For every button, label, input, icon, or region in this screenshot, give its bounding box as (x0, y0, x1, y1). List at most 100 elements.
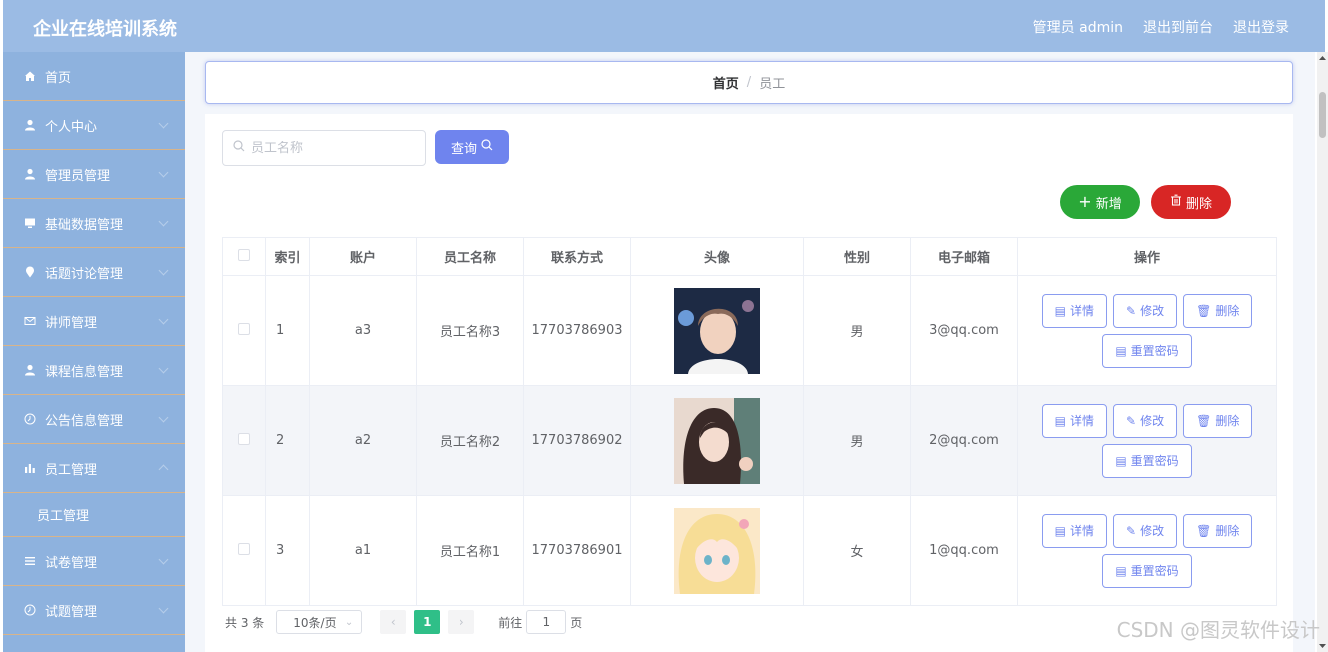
search-input[interactable] (251, 140, 421, 156)
plus-icon: + (1078, 192, 1092, 211)
sidebar-item-exam-paper[interactable]: 试卷管理 (3, 537, 185, 586)
column-header: 操作 (1017, 237, 1277, 276)
table-row: 1 a3 员工名称3 17703786903 男 3@qq.com ▤ 详情 ✎… (222, 275, 1277, 386)
sidebar-item-topic-discussion[interactable]: 话题讨论管理 (3, 248, 185, 297)
breadcrumb-home[interactable]: 首页 (713, 73, 739, 92)
detail-button[interactable]: ▤ 详情 (1041, 293, 1108, 328)
select-all-checkbox[interactable] (238, 248, 250, 261)
add-button[interactable]: + 新增 (1060, 185, 1140, 219)
total-count: 共 3 条 (225, 615, 265, 630)
query-button[interactable]: 查询 (435, 130, 509, 164)
delete-button[interactable]: 🗑 删除 (1183, 293, 1253, 328)
detail-label: 详情 (1070, 414, 1095, 428)
row-select-cell[interactable] (222, 385, 266, 496)
cell-email: 3@qq.com (910, 275, 1018, 386)
cell-avatar (630, 385, 804, 496)
bar-chart-icon (23, 461, 37, 475)
row-checkbox[interactable] (238, 432, 250, 445)
sidebar-item-label: 试题管理 (45, 604, 98, 620)
breadcrumb: 首页 / 员工 (205, 61, 1293, 104)
cell-phone: 17703786902 (523, 385, 631, 496)
sidebar-item-label: 员工管理 (45, 462, 98, 478)
cell-name: 员工名称3 (416, 275, 524, 386)
mail-icon (23, 314, 37, 328)
sidebar-item-label: 话题讨论管理 (45, 266, 124, 282)
scroll-thumb[interactable] (1319, 92, 1326, 138)
detail-label: 详情 (1070, 524, 1095, 538)
clock-icon (23, 412, 37, 426)
sidebar-item-employee-management[interactable]: 员工管理 (3, 444, 185, 493)
detail-button[interactable]: ▤ 详情 (1041, 403, 1108, 438)
reset-password-label: 重置密码 (1130, 564, 1179, 578)
breadcrumb-current: 员工 (759, 77, 786, 92)
row-checkbox[interactable] (238, 542, 250, 555)
select-all-cell[interactable] (222, 237, 266, 276)
cell-account: a3 (309, 275, 417, 386)
reset-password-button[interactable]: ▤ 重置密码 (1102, 553, 1192, 588)
pencil-icon: ✎ (1126, 413, 1137, 428)
sidebar-item-personal-center[interactable]: 个人中心 (3, 101, 185, 150)
row-select-cell[interactable] (222, 495, 266, 606)
avatar (674, 287, 760, 374)
sidebar-item-label: 公告信息管理 (45, 413, 124, 429)
sidebar-item-course-info[interactable]: 课程信息管理 (3, 346, 185, 395)
chevron-down-icon (158, 554, 169, 565)
cell-gender: 男 (803, 275, 911, 386)
sidebar-subitem-label: 员工管理 (37, 509, 90, 524)
column-header: 员工名称 (416, 237, 524, 276)
detail-button[interactable]: ▤ 详情 (1041, 513, 1108, 548)
search-field[interactable] (222, 130, 426, 166)
delete-label: 删除 (1215, 304, 1240, 318)
cell-index: 2 (265, 385, 310, 496)
sidebar-item-admin-management[interactable]: 管理员管理 (3, 150, 185, 199)
top-links: 管理员 admin 退出到前台 退出登录 (1033, 17, 1289, 37)
sidebar-item-label: 基础数据管理 (45, 217, 124, 233)
goto-page-input[interactable]: 1 (526, 610, 567, 634)
app-title: 企业在线培训系统 (33, 19, 177, 40)
page-size-select[interactable]: 10条/页 ⌄ (276, 610, 363, 634)
prev-page-button[interactable]: ‹ (380, 610, 407, 634)
sidebar-item-question[interactable]: 试题管理 (3, 586, 185, 635)
location-icon (23, 265, 37, 279)
row-checkbox[interactable] (238, 322, 250, 335)
cell-ops: ▤ 详情 ✎ 修改 🗑 删除 ▤ 重置密码 (1017, 275, 1277, 386)
batch-delete-button[interactable]: 删除 (1151, 185, 1231, 219)
sidebar-item-label: 讲师管理 (45, 315, 98, 331)
column-header: 账户 (309, 237, 417, 276)
cell-name: 员工名称2 (416, 385, 524, 496)
edit-label: 修改 (1140, 524, 1165, 538)
row-select-cell[interactable] (222, 275, 266, 386)
table-row: 2 a2 员工名称2 17703786902 男 2@qq.com ▤ 详情 ✎… (222, 385, 1277, 496)
edit-button[interactable]: ✎ 修改 (1113, 293, 1178, 328)
sidebar-item-lecturer[interactable]: 讲师管理 (3, 297, 185, 346)
delete-button[interactable]: 🗑 删除 (1183, 403, 1253, 438)
logout-link[interactable]: 退出登录 (1233, 17, 1289, 37)
sidebar-item-announcement[interactable]: 公告信息管理 (3, 395, 185, 444)
next-page-button[interactable]: › (448, 610, 475, 634)
scroll-up-icon[interactable] (1318, 52, 1327, 62)
edit-button[interactable]: ✎ 修改 (1113, 403, 1178, 438)
chevron-up-icon (158, 464, 169, 475)
page-scrollbar[interactable] (1317, 52, 1328, 652)
edit-button[interactable]: ✎ 修改 (1113, 513, 1178, 548)
exit-to-front-link[interactable]: 退出到前台 (1143, 17, 1213, 37)
sidebar-subitem-employee-management[interactable]: 员工管理 (3, 493, 185, 537)
main-content: 首页 / 员工 查询 + 新增 删除 索引 (185, 52, 1315, 652)
reset-password-button[interactable]: ▤ 重置密码 (1102, 333, 1192, 368)
column-header: 联系方式 (523, 237, 631, 276)
edit-label: 修改 (1140, 304, 1165, 318)
sidebar-item-home[interactable]: 首页 (3, 52, 185, 101)
pagination: 共 3 条 10条/页 ⌄ ‹ 1 › 前往 1 页 (225, 610, 582, 634)
admin-user-link[interactable]: 管理员 admin (1033, 17, 1123, 37)
home-icon (23, 69, 37, 83)
column-header: 电子邮箱 (910, 237, 1018, 276)
watermark: CSDN @图灵软件设计 (1116, 618, 1320, 642)
cell-gender: 女 (803, 495, 911, 606)
page-number-active[interactable]: 1 (414, 610, 441, 634)
sidebar-item-label: 管理员管理 (45, 168, 111, 184)
reset-password-button[interactable]: ▤ 重置密码 (1102, 443, 1192, 478)
trash-icon: 🗑 (1196, 303, 1212, 318)
delete-button[interactable]: 🗑 删除 (1183, 513, 1253, 548)
search-icon (481, 139, 493, 155)
sidebar-item-base-data[interactable]: 基础数据管理 (3, 199, 185, 248)
